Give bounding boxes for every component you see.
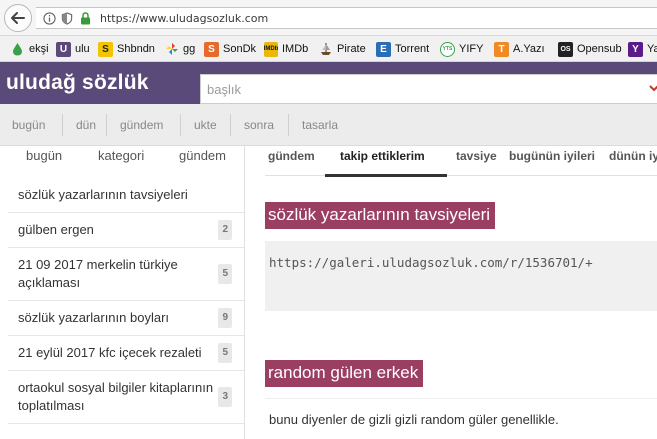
bookmark-eksi[interactable]: ekşi (10, 40, 49, 58)
ship-icon (318, 42, 333, 57)
topic-list-item[interactable]: 21 eylül 2017 kfc içecek rezaleti 5 (8, 336, 244, 371)
topnav-divider (106, 114, 107, 136)
topnav-ukte[interactable]: ukte (194, 104, 217, 146)
topnav-sonra[interactable]: sonra (244, 104, 274, 146)
sidebar-divider (244, 146, 245, 439)
e-icon: E (376, 41, 391, 57)
chevron-down-icon[interactable] (648, 82, 657, 94)
bookmark-shbndn[interactable]: S Shbndn (98, 40, 155, 58)
topic-list-item[interactable]: sözlük yazarlarının tavsiyeleri (8, 178, 244, 213)
shield-icon[interactable] (60, 11, 74, 25)
topnav-gundem[interactable]: gündem (120, 104, 163, 146)
entry-topic-title[interactable]: random gülen erkek (265, 360, 424, 387)
url-text[interactable]: https://www.uludagsozluk.com (100, 12, 268, 25)
left-tab-kategori[interactable]: kategori (98, 148, 144, 163)
lock-icon[interactable] (78, 11, 92, 25)
entry-count-badge: 2 (218, 220, 232, 240)
t-icon: T (494, 41, 509, 57)
entry-count-badge: 3 (218, 387, 232, 407)
topnav-bugun[interactable]: bugün (12, 104, 45, 146)
topnav-divider (62, 114, 63, 136)
active-tab-indicator (325, 174, 447, 177)
topnav-dun[interactable]: dün (76, 104, 96, 146)
entry-topic-title[interactable]: sözlük yazarlarının tavsiyeleri (265, 202, 496, 229)
topic-title: sözlük yazarlarının boyları (18, 310, 170, 325)
bookmark-pirate[interactable]: Pirate (318, 40, 366, 58)
bookmark-gg[interactable]: gg (164, 40, 195, 58)
entry-box (265, 241, 657, 311)
tab-bugunun-iyileri[interactable]: bugünün iyileri (509, 149, 595, 163)
entry-count-badge: 5 (218, 264, 232, 284)
entry-count-badge: 5 (218, 343, 232, 363)
tab-dunun-iyileri[interactable]: dünün iyileri (609, 149, 657, 163)
tab-gundem[interactable]: gündem (268, 149, 315, 163)
tab-tavsiye[interactable]: tavsiye (456, 149, 497, 163)
topic-list: sözlük yazarlarının tavsiyeleri gülben e… (8, 178, 244, 424)
main-tabs: gündem takip ettiklerim tavsiye bugünün … (265, 146, 657, 176)
topnav-divider (180, 114, 181, 136)
left-tab-bugun[interactable]: bugün (26, 148, 62, 163)
bookmark-ya[interactable]: Y Ya (628, 40, 657, 58)
topic-list-item[interactable]: gülben ergen 2 (8, 213, 244, 248)
bookmarks-bar: ekşi U ulu S Shbndn gg S SonDk IMDb IMDb… (0, 36, 657, 62)
entry-count-badge: 9 (218, 308, 232, 328)
s-icon: S (98, 41, 113, 57)
topic-title: ortaokul sosyal bilgiler kitaplarının to… (18, 380, 214, 413)
topic-list-item[interactable]: 21 09 2017 merkelin türkiye açıklaması 5 (8, 248, 244, 301)
y-icon: Y (628, 41, 643, 57)
bookmark-yify[interactable]: YTS YIFY (440, 40, 483, 58)
topic-title: gülben ergen (18, 222, 94, 237)
bookmark-sondk[interactable]: S SonDk (204, 40, 256, 58)
tab-takip-ettiklerim[interactable]: takip ettiklerim (340, 149, 425, 163)
site-logo[interactable]: uludağ sözlük (6, 71, 149, 95)
bookmark-ulu[interactable]: U ulu (56, 40, 90, 58)
browser-nav-bar: https://www.uludagsozluk.com (0, 0, 657, 36)
bookmark-torrent[interactable]: E Torrent (376, 40, 429, 58)
drop-icon (10, 42, 25, 57)
search-input[interactable] (200, 74, 657, 104)
entry-text: bunu diyenler de gizli gizli random güle… (269, 412, 559, 427)
os-icon: OS (558, 41, 573, 57)
url-bar[interactable]: https://www.uludagsozluk.com (36, 7, 657, 29)
s-icon: S (204, 41, 219, 57)
topic-list-item[interactable]: ortaokul sosyal bilgiler kitaplarının to… (8, 371, 244, 424)
topic-list-item[interactable]: sözlük yazarlarının boyları 9 (8, 301, 244, 336)
topic-title: sözlük yazarlarının tavsiyeleri (18, 187, 188, 202)
top-nav: bugün dün gündem ukte sonra tasarla (0, 104, 657, 146)
info-icon[interactable] (42, 11, 56, 25)
topic-title: 21 09 2017 merkelin türkiye açıklaması (18, 257, 178, 290)
bookmark-ayazi[interactable]: T A.Yazı (494, 40, 545, 58)
topnav-divider (230, 114, 231, 136)
left-tabs: bugün kategori gündem (0, 146, 245, 174)
pinwheel-icon (164, 42, 179, 57)
imdb-icon: IMDb (264, 41, 278, 57)
bookmark-imdb[interactable]: IMDb IMDb (264, 40, 308, 58)
bookmark-opensub[interactable]: OS Opensub (558, 40, 622, 58)
entry-link[interactable]: https://galeri.uludagsozluk.com/r/153670… (269, 255, 593, 270)
topic-title: 21 eylül 2017 kfc içecek rezaleti (18, 345, 202, 360)
u-icon: U (56, 41, 71, 57)
topnav-divider (288, 114, 289, 136)
back-arrow-icon (11, 12, 25, 24)
topnav-tasarla[interactable]: tasarla (302, 104, 338, 146)
left-tab-gundem[interactable]: gündem (179, 148, 226, 163)
back-button[interactable] (4, 4, 32, 32)
yts-icon: YTS (440, 41, 455, 57)
